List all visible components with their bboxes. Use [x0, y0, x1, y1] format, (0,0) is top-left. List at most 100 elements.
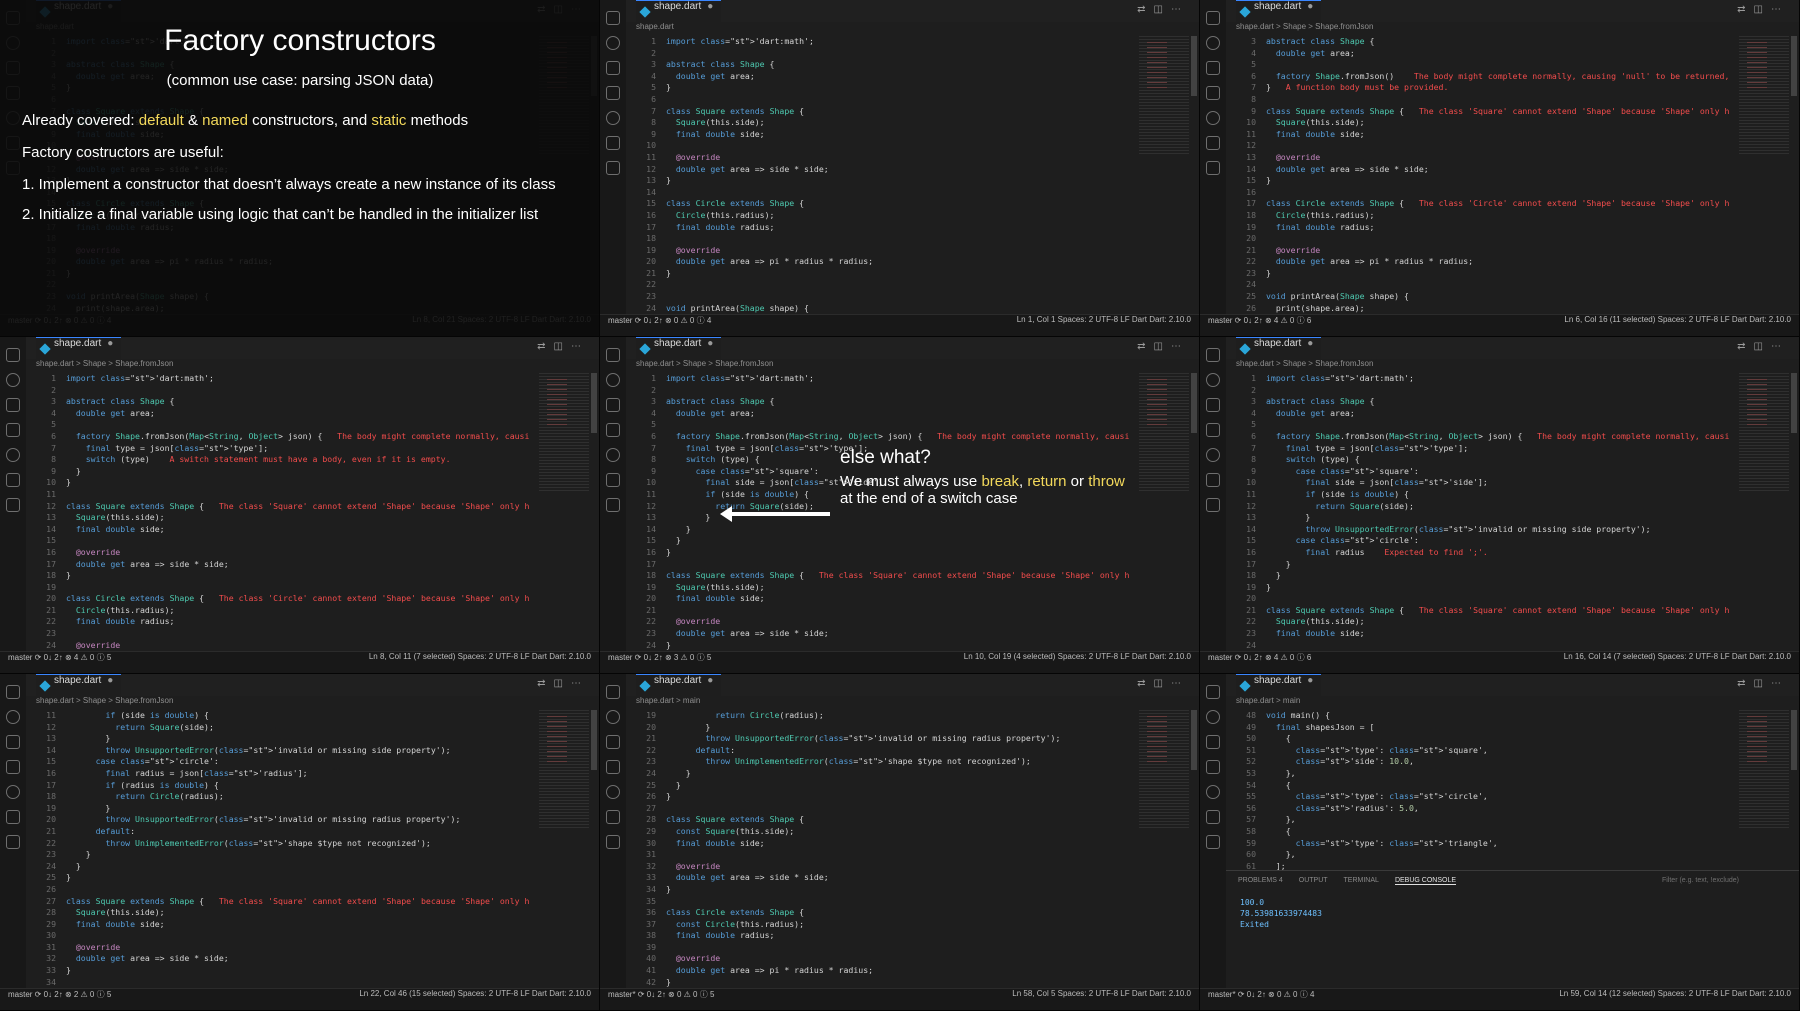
files-icon[interactable]	[6, 348, 20, 362]
code-editor[interactable]: 1 import class="st">'dart:math'; 23 abstrac…	[26, 373, 529, 651]
tab-shape-dart[interactable]: shape.dart ●	[36, 674, 122, 696]
extensions-icon[interactable]	[6, 448, 20, 462]
editor-actions[interactable]: ⇄◫⋯	[1737, 678, 1789, 689]
code-editor[interactable]: 19 return Circle(radius); 20 } 21 throw Un…	[626, 710, 1129, 988]
search-icon[interactable]	[1206, 710, 1220, 724]
status-right[interactable]: Ln 10, Col 19 (4 selected) Spaces: 2 UTF…	[964, 652, 1191, 661]
close-icon[interactable]: ●	[107, 338, 113, 349]
extensions-icon[interactable]	[1206, 111, 1220, 125]
tab-shape-dart[interactable]: shape.dart ●	[636, 337, 722, 359]
extensions-icon[interactable]	[606, 111, 620, 125]
search-icon[interactable]	[606, 710, 620, 724]
status-left[interactable]: master* ⟳ 0↓ 2↑ ⊗ 0 ⚠ 0 ⓘ 4	[1208, 989, 1314, 1000]
flask-icon[interactable]	[606, 136, 620, 150]
vertical-scrollbar[interactable]	[1191, 36, 1197, 96]
close-icon[interactable]: ●	[707, 675, 713, 686]
editor-actions[interactable]: ⇄◫⋯	[1137, 341, 1189, 352]
search-icon[interactable]	[1206, 36, 1220, 50]
files-icon[interactable]	[606, 11, 620, 25]
minimap[interactable]	[539, 373, 589, 493]
flask-icon[interactable]	[1206, 473, 1220, 487]
files-icon[interactable]	[606, 348, 620, 362]
status-left[interactable]: master* ⟳ 0↓ 2↑ ⊗ 0 ⚠ 0 ⓘ 5	[608, 989, 714, 1000]
run-debug-icon[interactable]	[606, 86, 620, 100]
flask-icon[interactable]	[606, 810, 620, 824]
vertical-scrollbar[interactable]	[1791, 373, 1797, 433]
files-icon[interactable]	[1206, 348, 1220, 362]
status-left[interactable]: master ⟳ 0↓ 2↑ ⊗ 2 ⚠ 0 ⓘ 5	[8, 989, 111, 1000]
source-control-icon[interactable]	[606, 61, 620, 75]
source-control-icon[interactable]	[6, 398, 20, 412]
panel-tab[interactable]: DEBUG CONSOLE	[1394, 877, 1457, 885]
breadcrumb[interactable]: shape.dart > main	[636, 696, 700, 710]
run-debug-icon[interactable]	[606, 423, 620, 437]
filter-input[interactable]: Filter (e.g. text, !exclude)	[1662, 877, 1739, 884]
breadcrumb[interactable]: shape.dart > Shape > Shape.fromJson	[36, 696, 173, 710]
status-left[interactable]: master ⟳ 0↓ 2↑ ⊗ 4 ⚠ 0 ⓘ 5	[8, 652, 111, 663]
extensions-icon[interactable]	[6, 785, 20, 799]
files-icon[interactable]	[1206, 11, 1220, 25]
panel-tab[interactable]: TERMINAL	[1344, 877, 1379, 884]
tab-shape-dart[interactable]: shape.dart ●	[636, 674, 722, 696]
close-icon[interactable]: ●	[107, 675, 113, 686]
close-icon[interactable]: ●	[707, 1, 713, 12]
minimap[interactable]	[1739, 710, 1789, 830]
tab-shape-dart[interactable]: shape.dart ●	[1236, 337, 1322, 359]
search-icon[interactable]	[1206, 373, 1220, 387]
vertical-scrollbar[interactable]	[1791, 36, 1797, 96]
close-icon[interactable]: ●	[707, 338, 713, 349]
search-icon[interactable]	[6, 373, 20, 387]
search-icon[interactable]	[606, 373, 620, 387]
minimap[interactable]	[1739, 36, 1789, 156]
status-right[interactable]: Ln 1, Col 1 Spaces: 2 UTF-8 LF Dart Dart…	[1017, 315, 1191, 324]
tab-shape-dart[interactable]: shape.dart ●	[1236, 674, 1322, 696]
search-icon[interactable]	[606, 36, 620, 50]
code-editor[interactable]: 3 abstract class Shape {4 double get area…	[1226, 36, 1729, 314]
tab-shape-dart[interactable]: shape.dart ●	[36, 337, 122, 359]
close-icon[interactable]: ●	[1307, 675, 1313, 686]
files-icon[interactable]	[606, 685, 620, 699]
remote-icon[interactable]	[606, 498, 620, 512]
status-right[interactable]: Ln 6, Col 16 (11 selected) Spaces: 2 UTF…	[1564, 315, 1791, 324]
code-editor[interactable]: 1 import class="st">'dart:math'; 23 abstrac…	[1226, 373, 1729, 651]
status-right[interactable]: Ln 16, Col 14 (7 selected) Spaces: 2 UTF…	[1564, 652, 1791, 661]
status-left[interactable]: master ⟳ 0↓ 2↑ ⊗ 4 ⚠ 0 ⓘ 6	[1208, 315, 1311, 326]
minimap[interactable]	[1139, 36, 1189, 156]
status-right[interactable]: Ln 59, Col 14 (12 selected) Spaces: 2 UT…	[1559, 989, 1791, 998]
minimap[interactable]	[1139, 373, 1189, 493]
source-control-icon[interactable]	[1206, 735, 1220, 749]
status-right[interactable]: Ln 58, Col 5 Spaces: 2 UTF-8 LF Dart Dar…	[1012, 989, 1191, 998]
remote-icon[interactable]	[1206, 498, 1220, 512]
vertical-scrollbar[interactable]	[591, 373, 597, 433]
editor-actions[interactable]: ⇄◫⋯	[1137, 4, 1189, 15]
source-control-icon[interactable]	[6, 735, 20, 749]
source-control-icon[interactable]	[606, 735, 620, 749]
panel-tab[interactable]: OUTPUT	[1299, 877, 1328, 884]
breadcrumb[interactable]: shape.dart > Shape > Shape.fromJson	[636, 359, 773, 373]
breadcrumb[interactable]: shape.dart > Shape > Shape.fromJson	[36, 359, 173, 373]
status-right[interactable]: Ln 22, Col 46 (15 selected) Spaces: 2 UT…	[359, 989, 591, 998]
status-right[interactable]: Ln 8, Col 11 (7 selected) Spaces: 2 UTF-…	[369, 652, 591, 661]
flask-icon[interactable]	[1206, 810, 1220, 824]
breadcrumb[interactable]: shape.dart > Shape > Shape.fromJson	[1236, 359, 1373, 373]
run-debug-icon[interactable]	[1206, 86, 1220, 100]
remote-icon[interactable]	[6, 498, 20, 512]
minimap[interactable]	[539, 710, 589, 830]
flask-icon[interactable]	[6, 810, 20, 824]
extensions-icon[interactable]	[606, 448, 620, 462]
code-editor[interactable]: 1 import class="st">'dart:math'; 23 abstrac…	[626, 373, 1129, 651]
extensions-icon[interactable]	[606, 785, 620, 799]
run-debug-icon[interactable]	[1206, 760, 1220, 774]
minimap[interactable]	[1139, 710, 1189, 830]
panel-tab[interactable]: PROBLEMS 4	[1238, 877, 1283, 884]
breadcrumb[interactable]: shape.dart > main	[1236, 696, 1300, 710]
tab-shape-dart[interactable]: shape.dart ●	[1236, 0, 1322, 22]
files-icon[interactable]	[1206, 685, 1220, 699]
source-control-icon[interactable]	[1206, 61, 1220, 75]
minimap[interactable]	[1739, 373, 1789, 493]
close-icon[interactable]: ●	[1307, 338, 1313, 349]
vertical-scrollbar[interactable]	[1191, 373, 1197, 433]
code-editor[interactable]: 11 if (side is double) {12 return Square…	[26, 710, 529, 988]
status-left[interactable]: master ⟳ 0↓ 2↑ ⊗ 4 ⚠ 0 ⓘ 6	[1208, 652, 1311, 663]
extensions-icon[interactable]	[1206, 785, 1220, 799]
